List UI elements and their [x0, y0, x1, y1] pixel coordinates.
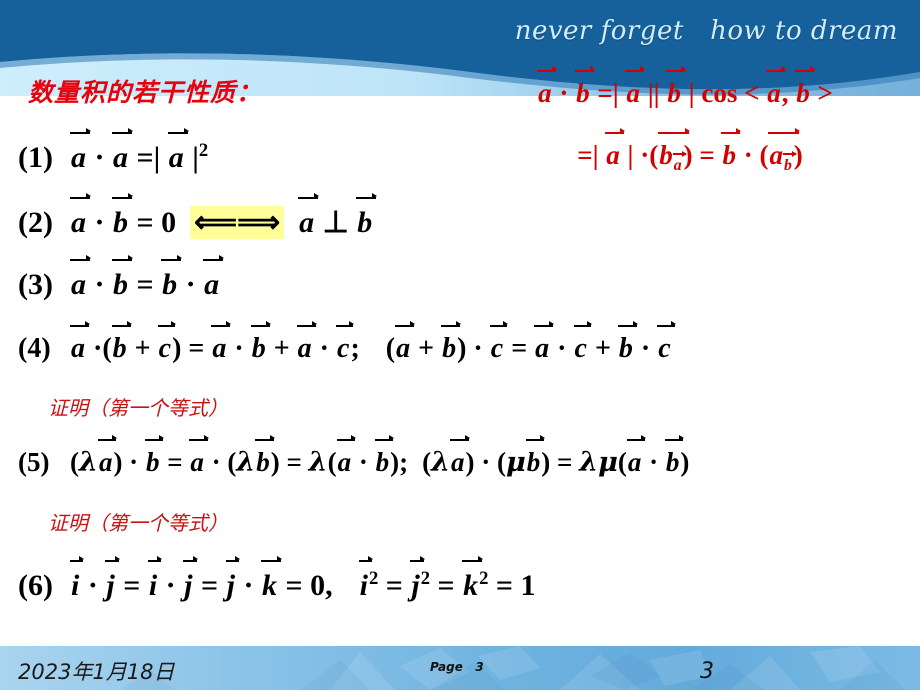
vector-a: a [336, 435, 356, 477]
vector-a: a [189, 435, 209, 477]
lambda-symbol: λ [236, 447, 256, 478]
page-label-number: 3 [475, 660, 484, 674]
footer-date: 2023年1月18日 [18, 660, 175, 684]
vector-i: i [70, 555, 85, 602]
vector-j: j [410, 555, 426, 602]
proof-note-2: 证明（第一个等式） [48, 511, 228, 535]
lambda-symbol: λ [308, 447, 328, 478]
vector-a-subscript: a [672, 150, 687, 175]
proof-note-1: 证明（第一个等式） [48, 396, 228, 420]
vector-a: a [112, 127, 134, 174]
vector-j: j [105, 555, 121, 602]
vector-a: a [605, 128, 625, 170]
vector-a-projection: ab [768, 127, 801, 175]
property-number: (5) [18, 447, 50, 477]
property-number: (3) [18, 268, 53, 301]
vector-b: b [721, 128, 741, 170]
footer-band: 2023年1月18日 Page 3 3 [0, 646, 920, 690]
vector-b: b [795, 66, 815, 108]
vector-b: b [161, 254, 183, 301]
property-number: (4) [18, 333, 51, 364]
vector-b-subscript: b [782, 150, 797, 175]
vector-a: a [97, 435, 117, 477]
vector-j: j [225, 555, 241, 602]
vector-a: a [70, 192, 91, 239]
vector-b: b [664, 435, 684, 477]
vector-k: k [462, 555, 484, 602]
vector-c: c [336, 320, 356, 364]
vector-b: b [112, 192, 134, 239]
vector-a: a [298, 192, 320, 239]
vector-j: j [183, 555, 199, 602]
lambda-symbol: λ [79, 447, 98, 478]
vector-a: a [626, 435, 646, 477]
property-number: (6) [18, 569, 53, 602]
mu-symbol: μ [506, 447, 526, 478]
vector-i: i [147, 555, 163, 602]
property-number: (2) [18, 206, 53, 239]
header-tagline: never forget how to dream [514, 16, 898, 46]
red-formula-line-1: a · b =| a || b | cos < a, b > [537, 66, 833, 108]
property-number: (1) [18, 141, 53, 174]
property-row-2: (2) a · b = 0 ⟸⟹ a ⊥ b [18, 192, 378, 239]
property-row-5: (5) (λa) · b = a · (λb) = λ(a · b); (λa) ·… [18, 435, 690, 478]
slide-title: 数量积的若干性质： [28, 78, 263, 107]
vector-a: a [395, 320, 416, 364]
vector-b: b [255, 435, 275, 477]
vector-a: a [70, 127, 91, 174]
page-word: Page [430, 660, 463, 674]
vector-a: a [296, 320, 317, 364]
vector-c: c [157, 320, 177, 364]
vector-a: a [625, 66, 645, 108]
vector-b: b [111, 320, 132, 364]
vector-c: c [657, 320, 677, 364]
lambda-symbol: λ [431, 447, 451, 478]
vector-a: a [211, 320, 232, 364]
vector-b: b [575, 66, 595, 108]
vector-b: b [617, 320, 638, 364]
vector-b: b [374, 435, 394, 477]
property-row-1: (1) a · a =| a |2 [18, 127, 209, 174]
property-row-6: (6) i · j = i · j = j · k = 0, i2 = j2 = k… [18, 555, 536, 602]
vector-b: b [144, 435, 164, 477]
vector-a: a [450, 435, 469, 477]
vector-a: a [70, 254, 91, 301]
vector-i: i [358, 555, 374, 602]
vector-b: b [666, 66, 686, 108]
red-formula-line-2: =| a | ·(ba) = b · (ab) [577, 127, 803, 175]
vector-b: b [250, 320, 271, 364]
iff-highlight: ⟸⟹ [190, 206, 285, 239]
vector-b: b [525, 435, 545, 477]
vector-a: a [203, 254, 225, 301]
vector-b: b [441, 320, 462, 364]
property-row-4: (4) a ·(b + c) = a · b + a · c; (a + b) · … [18, 320, 677, 364]
property-row-3: (3) a · b = b · a [18, 254, 225, 301]
footer-page-number: 3 [700, 659, 714, 684]
lambda-symbol: λ [579, 447, 599, 478]
vector-b-projection: ba [658, 127, 690, 175]
footer-page-label: Page 3 [430, 660, 484, 674]
vector-a: a [537, 66, 557, 108]
vector-k: k [260, 555, 282, 602]
mu-symbol: μ [598, 447, 618, 478]
vector-a: a [534, 320, 555, 364]
vector-a: a [766, 66, 786, 108]
vector-c: c [489, 320, 509, 364]
vector-a: a [70, 320, 90, 364]
vector-b: b [356, 192, 378, 239]
vector-a: a [167, 127, 189, 174]
vector-b: b [112, 254, 134, 301]
vector-c: c [573, 320, 593, 364]
